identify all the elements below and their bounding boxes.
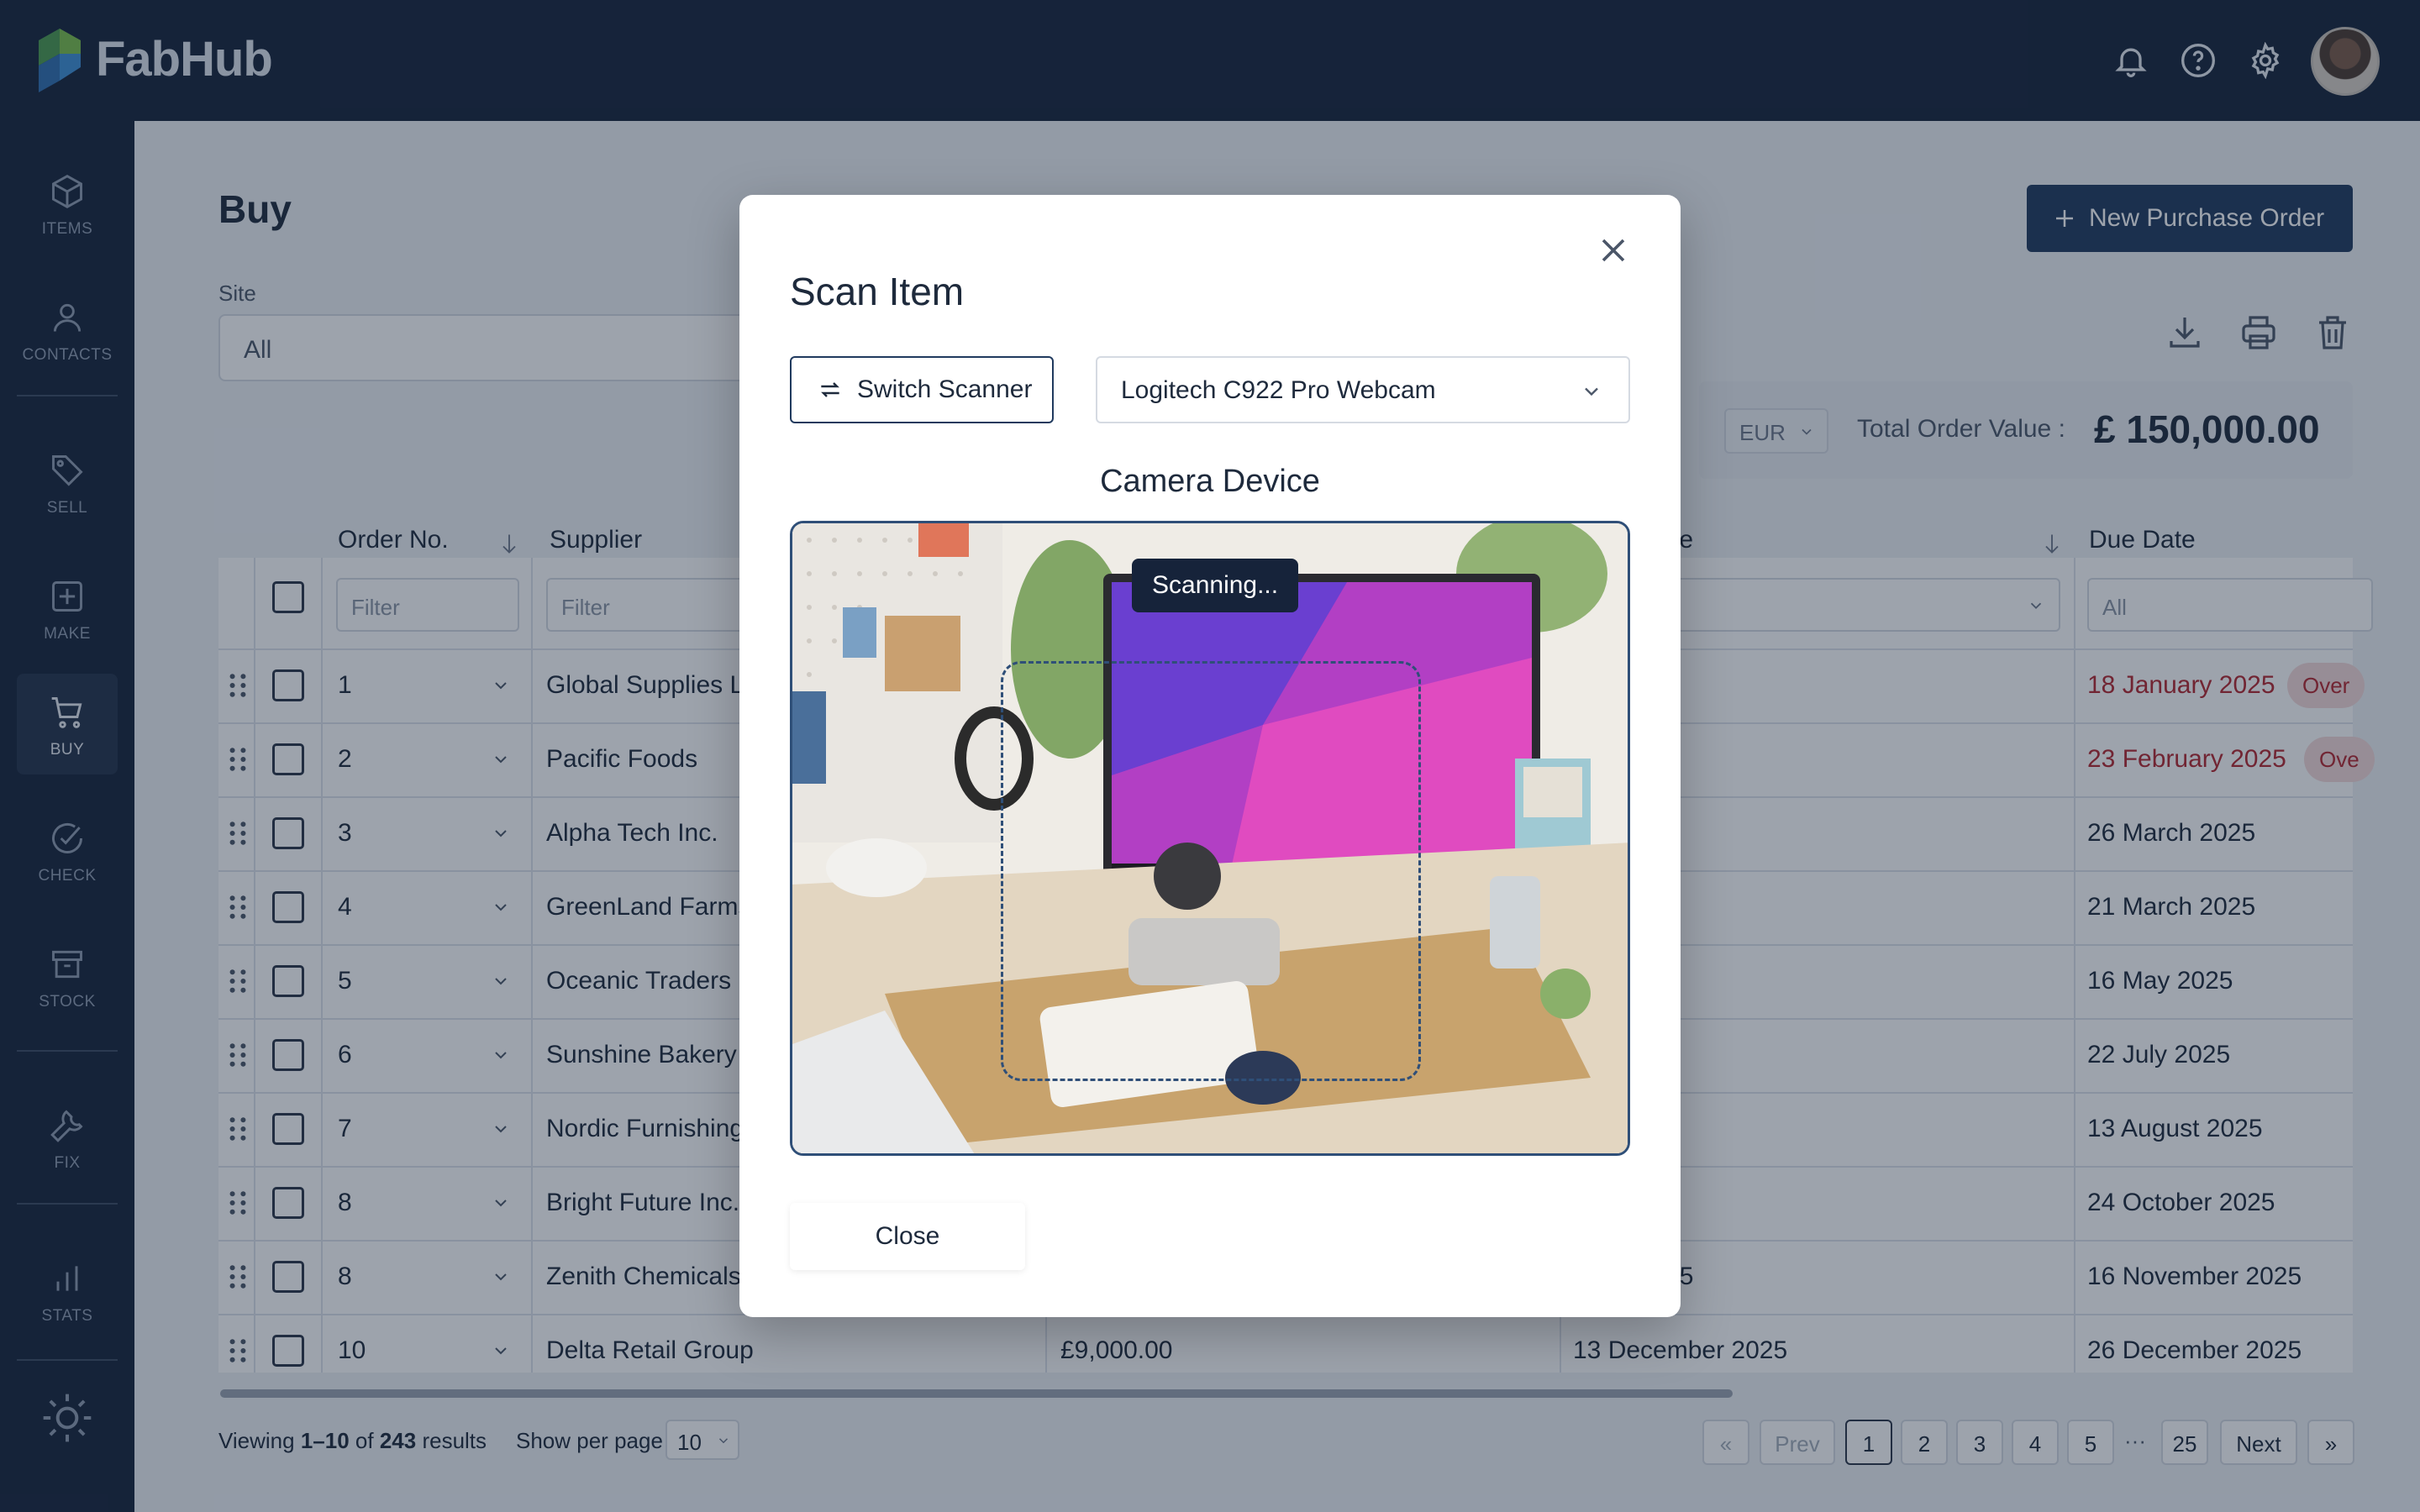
dialog-title: Scan Item — [790, 270, 965, 313]
switch-scanner-label: Switch Scanner — [857, 375, 1033, 403]
close-button[interactable]: Close — [790, 1203, 1025, 1270]
scanning-status: Scanning... — [1132, 559, 1299, 612]
camera-device-select[interactable]: Logitech C922 Pro Webcam — [1096, 356, 1630, 423]
close-icon[interactable] — [1593, 230, 1634, 270]
switch-icon — [821, 382, 839, 397]
scan-item-dialog: Scan Item Switch Scanner Logitech C922 P… — [739, 195, 1681, 1317]
camera-device-value: Logitech C922 Pro Webcam — [1121, 376, 1436, 404]
scan-target-frame — [1001, 661, 1421, 1081]
switch-scanner-button[interactable]: Switch Scanner — [790, 356, 1054, 423]
camera-section-title: Camera Device — [1100, 464, 1320, 499]
chevron-down-icon — [1585, 387, 1598, 396]
camera-preview: Scanning... — [790, 521, 1630, 1156]
